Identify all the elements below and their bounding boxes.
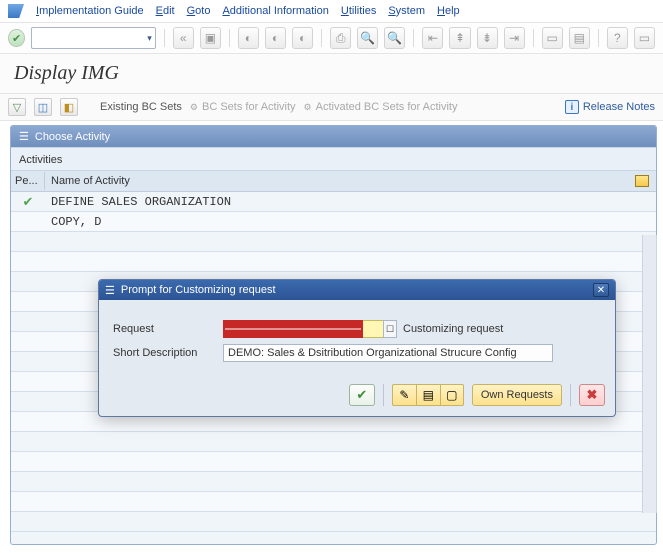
find-next-icon[interactable]: 🔍 xyxy=(384,27,405,49)
column-config-icon[interactable] xyxy=(628,171,656,191)
table-row[interactable]: ✔ DEFINE SALES ORGANIZATION xyxy=(11,192,656,212)
menu-bar: Implementation Guide Edit Goto Additiona… xyxy=(0,0,663,23)
where-used-icon[interactable]: ◧ xyxy=(60,98,78,116)
table-row[interactable]: COPY, D xyxy=(11,212,656,232)
page-title: Display IMG xyxy=(0,54,663,94)
choose-activity-title: ☰ Choose Activity xyxy=(11,126,656,147)
menu-additional-information[interactable]: Additional Information xyxy=(222,5,328,17)
page-first-icon[interactable]: ⇤ xyxy=(422,27,443,49)
collapse-icon[interactable]: ◫ xyxy=(34,98,52,116)
release-notes-button[interactable]: iRelease Notes xyxy=(565,100,655,114)
help-icon[interactable]: ? xyxy=(607,27,628,49)
menu-utilities[interactable]: Utilities xyxy=(341,5,376,17)
dialog-title: Prompt for Customizing request xyxy=(121,284,276,296)
session-new-icon[interactable]: ▭ xyxy=(542,27,563,49)
shortcut-icon[interactable]: ▤ xyxy=(569,27,590,49)
column-name[interactable]: Name of Activity xyxy=(45,172,628,190)
search-help-icon[interactable]: ☐ xyxy=(383,320,397,338)
check-icon: ✔ xyxy=(23,194,34,210)
cancel-button[interactable]: ✖ xyxy=(579,384,605,406)
tree-icon[interactable]: ▤ xyxy=(416,384,440,406)
menu-edit[interactable]: Edit xyxy=(156,5,175,17)
window-menu-icon[interactable]: ☰ xyxy=(105,284,115,297)
column-pe[interactable]: Pe... xyxy=(11,172,45,190)
activated-bc-sets-button[interactable]: ⚙Activated BC Sets for Activity xyxy=(304,101,458,113)
bc-sets-activity-button[interactable]: ⚙BC Sets for Activity xyxy=(190,101,296,113)
nav-cancel-icon[interactable]: ◐ xyxy=(292,27,313,49)
print-icon[interactable]: ⎙ xyxy=(330,27,351,49)
own-requests-button[interactable]: Own Requests xyxy=(472,384,562,406)
request-input-extra[interactable] xyxy=(363,320,383,338)
activity-name: DEFINE SALES ORGANIZATION xyxy=(45,195,656,209)
request-label: Request xyxy=(113,323,223,335)
main-toolbar: ✔ ▾ « ▣ ◐ ◐ ◐ ⎙ 🔍 🔍 ⇤ ⇞ ⇟ ⇥ ▭ ▤ ? ▭ xyxy=(0,23,663,54)
save-icon[interactable]: ▣ xyxy=(200,27,221,49)
command-field[interactable]: ▾ xyxy=(31,27,155,49)
short-description-label: Short Description xyxy=(113,347,223,359)
menu-implementation-guide[interactable]: Implementation Guide xyxy=(36,5,144,17)
close-icon[interactable]: ✕ xyxy=(593,283,609,297)
customizing-request-label: Customizing request xyxy=(403,323,503,335)
nav-exit-icon[interactable]: ◐ xyxy=(265,27,286,49)
request-input[interactable] xyxy=(223,320,363,338)
activities-heading: Activities xyxy=(11,147,656,171)
sap-logo-icon xyxy=(8,4,24,18)
page-up-icon[interactable]: ⇞ xyxy=(449,27,470,49)
expand-icon[interactable]: ▽ xyxy=(8,98,26,116)
create-request-icon[interactable]: ✎ xyxy=(392,384,416,406)
menu-help[interactable]: Help xyxy=(437,5,460,17)
page-down-icon[interactable]: ⇟ xyxy=(477,27,498,49)
existing-bc-sets-button[interactable]: Existing BC Sets xyxy=(100,101,182,113)
layout-icon[interactable]: ▭ xyxy=(634,27,655,49)
nav-back-icon[interactable]: ◐ xyxy=(238,27,259,49)
menu-goto[interactable]: Goto xyxy=(187,5,211,17)
sub-toolbar: ▽ ◫ ◧ Existing BC Sets ⚙BC Sets for Acti… xyxy=(0,94,663,121)
continue-button[interactable]: ✔ xyxy=(349,384,375,406)
window-menu-icon[interactable]: ☰ xyxy=(19,130,29,143)
enter-check-icon[interactable]: ✔ xyxy=(8,29,25,47)
new-icon[interactable]: ▢ xyxy=(440,384,464,406)
back-icon[interactable]: « xyxy=(173,27,194,49)
menu-system[interactable]: System xyxy=(388,5,425,17)
scrollbar[interactable] xyxy=(642,235,657,513)
find-icon[interactable]: 🔍 xyxy=(357,27,378,49)
short-description-input[interactable]: DEMO: Sales & Dsitribution Organizationa… xyxy=(223,344,553,362)
activity-name: COPY, D xyxy=(45,215,656,229)
page-last-icon[interactable]: ⇥ xyxy=(504,27,525,49)
customizing-request-dialog: ☰ Prompt for Customizing request ✕ Reque… xyxy=(98,279,616,417)
